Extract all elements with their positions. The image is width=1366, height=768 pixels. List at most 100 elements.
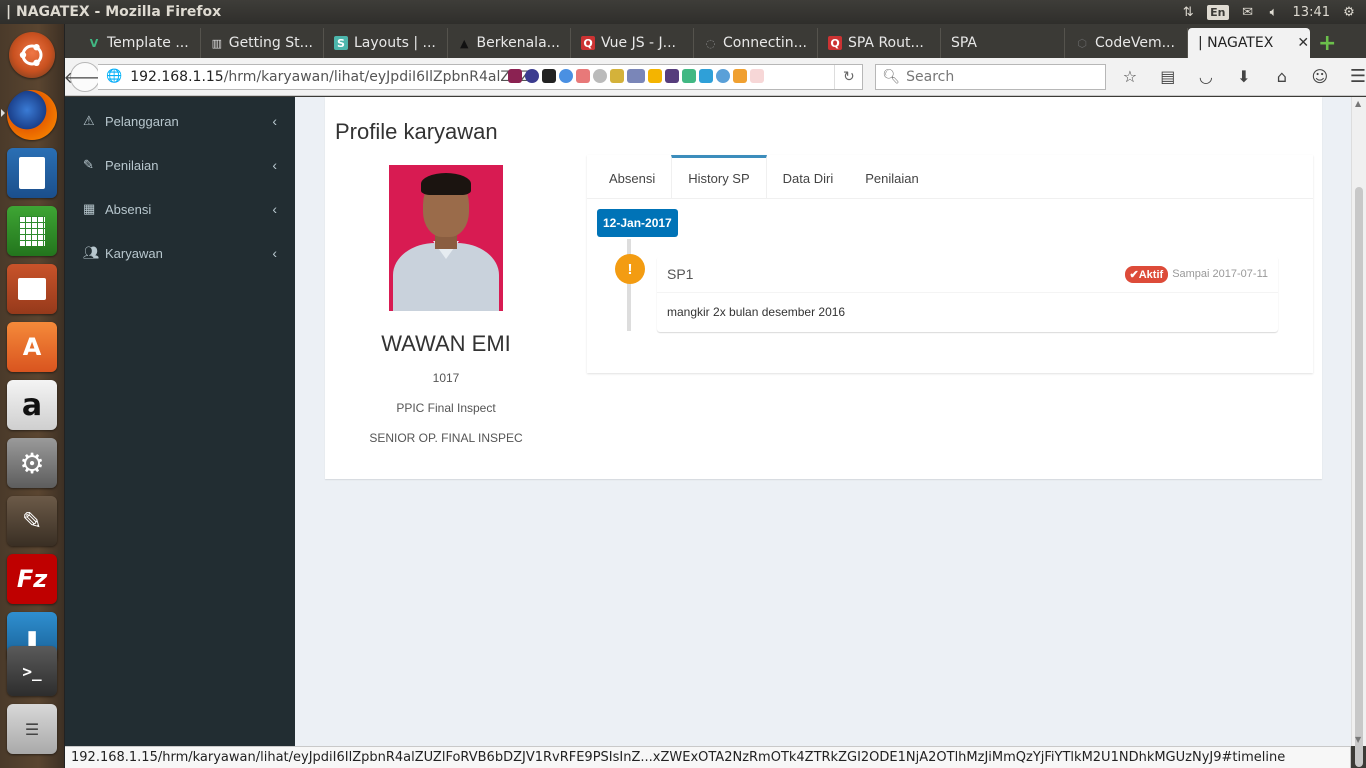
clock-addon-icon[interactable] <box>593 68 607 83</box>
amazon-icon[interactable]: a <box>7 380 57 430</box>
back-button[interactable]: 🡐 <box>64 61 106 92</box>
ubuntu-dash-icon[interactable] <box>9 32 55 78</box>
url-host: 192.168.1.15 <box>130 68 224 85</box>
wave-addon-icon[interactable] <box>716 68 730 83</box>
browser-tab[interactable]: Q SPA Rout... <box>818 28 941 58</box>
employee-id: 1017 <box>432 371 460 385</box>
browser-tab[interactable]: ▲ Berkenala... <box>448 28 571 58</box>
globe-icon: 🌐 <box>106 69 123 84</box>
downloads-icon[interactable]: ⬇ <box>1234 67 1254 86</box>
libreoffice-calc-icon[interactable] <box>7 206 57 256</box>
flag-addon-icon[interactable] <box>542 68 556 83</box>
feather-addon-icon[interactable] <box>508 68 522 83</box>
unity-launcher: A a ⚙ ✎ Fz ▮ >_ ☰ <box>0 24 65 768</box>
users-icon: 👥︎ <box>83 245 100 260</box>
warning-icon: ! <box>615 254 645 284</box>
browser-tab[interactable]: Q Vue JS - J... <box>571 28 694 58</box>
book-icon: ▥ <box>211 36 223 50</box>
browser-tab-bar: V Template ... ▥ Getting St... S Layouts | … <box>65 24 1366 58</box>
browser-tab[interactable]: V Template ... <box>77 28 201 58</box>
tab-penilaian[interactable]: Penilaian <box>849 155 935 198</box>
libreoffice-impress-icon[interactable] <box>7 264 57 314</box>
terminal-icon[interactable]: >_ <box>7 646 57 696</box>
clock[interactable]: 13:41 <box>1293 5 1330 20</box>
search-input[interactable]: Search <box>906 69 954 85</box>
gear-icon[interactable]: ⚙ <box>1342 5 1356 20</box>
libreoffice-writer-icon[interactable] <box>7 148 57 198</box>
warning-icon: ⚠ <box>83 113 95 128</box>
lock-addon-icon[interactable] <box>610 68 624 83</box>
tab-absensi[interactable]: Absensi <box>593 155 671 198</box>
employee-position: SENIOR OP. FINAL INSPEC <box>369 431 523 445</box>
profile-box: Profile karyawan WAWAN EMI 1017 PPIC Fin… <box>325 97 1322 479</box>
software-center-icon[interactable]: A <box>7 322 57 372</box>
windows-addon-icon[interactable] <box>699 68 713 83</box>
filezilla-icon[interactable]: Fz <box>7 554 57 604</box>
reading-list-icon[interactable]: ▤ <box>1158 67 1178 86</box>
box-addon-icon[interactable] <box>733 68 747 83</box>
timeline-item-body: mangkir 2x bulan desember 2016 <box>667 305 846 319</box>
network-arrows-icon[interactable]: ⇅ <box>1181 5 1195 20</box>
system-settings-icon[interactable]: ⚙ <box>7 438 57 488</box>
timeline-line <box>627 239 631 331</box>
gimp-icon[interactable]: ✎ <box>7 496 57 546</box>
bookmark-star-icon[interactable]: ☆ <box>1120 67 1140 86</box>
system-top-panel: | NAGATEX - Mozilla Firefox ⇅ En ✉ 🔈︎ 13… <box>0 0 1366 24</box>
sidebar-item-karyawan[interactable]: 👥︎ Karyawan ‹ <box>65 231 295 275</box>
browser-tab[interactable]: ⬡ CodeVem... <box>1065 28 1188 58</box>
browser-tab[interactable]: SPA <box>941 28 1065 58</box>
employee-name: WAWAN EMI <box>381 331 511 356</box>
hat-icon: ▲ <box>460 36 469 50</box>
search-bar[interactable]: 🔍︎ Search <box>875 63 1106 90</box>
tor-addon-icon[interactable] <box>525 68 539 83</box>
sidebar-item-pelanggaran[interactable]: ⚠ Pelanggaran ‹ <box>65 99 295 143</box>
browser-tab-active[interactable]: | NAGATEX ✕ <box>1188 28 1310 58</box>
page-scrollbar[interactable]: ▲ ▼ <box>1351 97 1366 767</box>
employee-department: PPIC Final Inspect <box>396 401 496 415</box>
volume-icon[interactable]: 🔈︎ <box>1267 5 1281 20</box>
tab-data-diri[interactable]: Data Diri <box>767 155 850 198</box>
keyboard-language-indicator[interactable]: En <box>1207 4 1229 20</box>
new-tab-button[interactable]: + <box>1310 31 1344 58</box>
page-title: Profile karyawan <box>335 119 498 144</box>
firefox-icon[interactable] <box>7 90 57 140</box>
addon-icons <box>508 68 764 83</box>
browser-tab[interactable]: ▥ Getting St... <box>201 28 324 58</box>
scroll-down-icon[interactable]: ▼ <box>1355 735 1361 744</box>
web-page: ⚠ Pelanggaran ‹ ✎ Penilaian ‹ ▦ Absensi … <box>65 97 1351 746</box>
pocket-icon[interactable]: ◡ <box>1196 67 1216 86</box>
search-icon: 🔍︎ <box>882 68 901 85</box>
dot-addon-icon[interactable] <box>559 68 573 83</box>
profile-tabs-box: Absensi History SP Data Diri Penilaian 1… <box>587 155 1313 373</box>
scrollbar-thumb[interactable] <box>1355 187 1363 767</box>
browser-tab[interactable]: ◌ Connectin... <box>694 28 818 58</box>
sidebar-item-absensi[interactable]: ▦ Absensi ‹ <box>65 187 295 231</box>
sweet-alert-addon-icon[interactable] <box>750 68 764 83</box>
reload-icon[interactable]: ↻ <box>834 64 862 89</box>
employee-photo <box>389 165 503 311</box>
status-badge: ✔Aktif <box>1124 265 1169 283</box>
q-icon: Q <box>581 36 595 50</box>
cube-addon-icon[interactable] <box>648 68 662 83</box>
profile-summary: WAWAN EMI 1017 PPIC Final Inspect SENIOR… <box>355 165 537 445</box>
browser-tab[interactable]: S Layouts | ... <box>324 28 448 58</box>
vuejs-addon-icon[interactable] <box>682 68 696 83</box>
bootstrap-addon-icon[interactable] <box>665 68 679 83</box>
url-bar[interactable]: 🌐 192.168.1.15/hrm/karyawan/lihat/eyJpdi… <box>98 63 864 90</box>
calendar-icon: ▦ <box>83 201 96 216</box>
stacked-apps-icon[interactable]: ☰ <box>7 704 57 754</box>
sidebar-item-penilaian[interactable]: ✎ Penilaian ‹ <box>65 143 295 187</box>
close-tab-icon[interactable]: ✕ <box>1297 35 1309 51</box>
vue-addon-icon[interactable] <box>576 68 590 83</box>
mail-icon[interactable]: ✉ <box>1241 5 1255 20</box>
tab-history-sp[interactable]: History SP <box>671 155 767 198</box>
edit-icon: ✎ <box>83 157 94 172</box>
system-indicators: ⇅ En ✉ 🔈︎ 13:41 ⚙ <box>1181 4 1366 20</box>
chevron-left-icon: ‹ <box>272 113 277 129</box>
scroll-up-icon[interactable]: ▲ <box>1355 99 1361 108</box>
menu-icon[interactable]: ☰ <box>1350 66 1366 87</box>
browser-nav-bar: 🡐 🌐 192.168.1.15/hrm/karyawan/lihat/eyJp… <box>64 58 1366 96</box>
chat-icon[interactable]: ☺ <box>1310 67 1330 86</box>
home-icon[interactable]: ⌂ <box>1272 67 1292 86</box>
php-addon-icon[interactable] <box>627 68 645 83</box>
